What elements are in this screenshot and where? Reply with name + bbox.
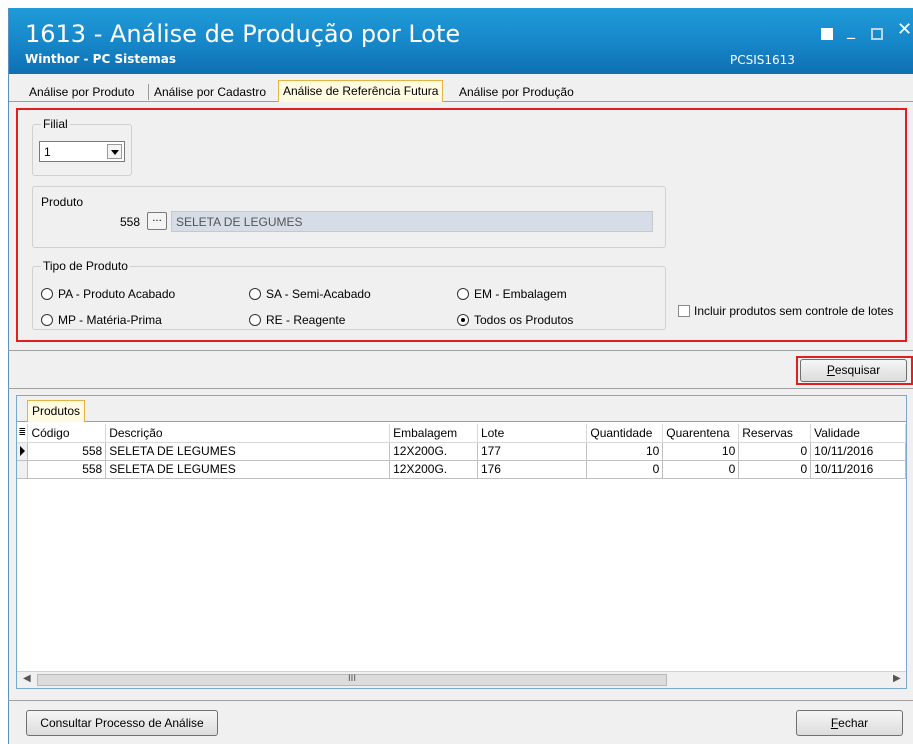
filter-panel: Filial 1 Produto 558 ... SELETA DE LEGUM… xyxy=(16,108,907,342)
cell-quarentena: 10 xyxy=(662,442,740,461)
radio-circle xyxy=(41,288,53,300)
tab-strip: Análise por Produto Análise por Cadastro… xyxy=(9,78,913,102)
consultar-processo-button[interactable]: Consultar Processo de Análise xyxy=(26,710,218,736)
cell-quantidade: 0 xyxy=(586,460,664,479)
cell-lote: 176 xyxy=(477,460,588,479)
cell-descricao: SELETA DE LEGUMES xyxy=(105,442,391,461)
radio-circle xyxy=(457,288,469,300)
produto-lookup-button[interactable]: ... xyxy=(147,212,167,230)
column-header[interactable]: Quantidade xyxy=(586,424,664,443)
produto-label: Produto xyxy=(41,195,84,209)
tipo-produto-group: Tipo de Produto PA - Produto Acabado SA … xyxy=(32,259,666,330)
cell-quantidade: 10 xyxy=(586,442,664,461)
filial-value: 1 xyxy=(44,145,51,159)
filial-select[interactable]: 1 xyxy=(39,141,125,162)
cell-embalagem: 12X200G. xyxy=(389,460,478,479)
window-subtitle: Winthor - PC Sistemas xyxy=(25,52,176,66)
tab-analise-por-produto[interactable]: Análise por Produto xyxy=(25,82,138,102)
scrollbar-thumb[interactable]: III xyxy=(37,674,667,686)
grid-tab-strip: Produtos xyxy=(17,396,906,422)
radio-label: EM - Embalagem xyxy=(474,287,567,301)
radio-todos-os-produtos[interactable]: Todos os Produtos xyxy=(457,313,573,327)
close-icon[interactable]: ✕ xyxy=(897,21,912,39)
cell-reservas: 0 xyxy=(738,442,812,461)
cell-embalagem: 12X200G. xyxy=(389,442,478,461)
radio-circle xyxy=(457,314,469,326)
checkbox-label: Incluir produtos sem controle de lotes xyxy=(694,304,894,318)
column-header[interactable]: Embalagem xyxy=(389,424,478,443)
divider xyxy=(8,388,913,389)
radio-label: Todos os Produtos xyxy=(474,313,574,327)
current-row-arrow-icon xyxy=(20,446,25,456)
cell-descricao: SELETA DE LEGUMES xyxy=(105,460,391,479)
pesquisar-button[interactable]: Pesquisar xyxy=(800,359,907,382)
chevron-down-icon[interactable] xyxy=(107,144,122,159)
column-header[interactable]: Descrição xyxy=(105,424,391,443)
tab-analise-referencia-futura[interactable]: Análise de Referência Futura xyxy=(278,80,444,102)
cell-validade: 10/11/2016 xyxy=(810,442,906,461)
row-indicator xyxy=(17,442,29,461)
radio-label: SA - Semi-Acabado xyxy=(266,287,371,301)
produto-description-field: SELETA DE LEGUMES xyxy=(171,211,653,232)
tipo-produto-label: Tipo de Produto xyxy=(41,259,130,273)
table-row[interactable]: 558 SELETA DE LEGUMES 12X200G. 177 10 10… xyxy=(17,442,906,461)
title-bar: 1613 - Análise de Produção por Lote Wint… xyxy=(9,8,913,74)
column-header[interactable]: Lote xyxy=(477,424,588,443)
window-title: 1613 - Análise de Produção por Lote xyxy=(25,20,461,48)
cell-lote: 177 xyxy=(477,442,588,461)
cell-validade: 10/11/2016 xyxy=(810,460,906,479)
filial-label: Filial xyxy=(41,117,70,131)
radio-circle xyxy=(41,314,53,326)
fechar-label: echar xyxy=(838,716,869,730)
radio-label: PA - Produto Acabado xyxy=(58,287,176,301)
pesquisar-accelerator: P xyxy=(826,363,835,377)
divider xyxy=(8,700,913,701)
radio-sa-semi-acabado[interactable]: SA - Semi-Acabado xyxy=(249,287,371,301)
scroll-left-icon[interactable]: ◀ xyxy=(23,673,31,684)
column-header[interactable]: Código xyxy=(27,424,107,443)
cell-codigo: 558 xyxy=(27,460,107,479)
radio-label: MP - Matéria-Prima xyxy=(58,313,162,327)
checkbox-box xyxy=(678,305,690,317)
incluir-sem-lotes-checkbox[interactable]: Incluir produtos sem controle de lotes xyxy=(678,304,893,318)
produtos-table: ≣ Código Descrição Embalagem Lote Quanti… xyxy=(17,424,906,479)
column-header[interactable]: Quarentena xyxy=(662,424,740,443)
tab-produtos[interactable]: Produtos xyxy=(27,400,86,422)
radio-circle xyxy=(249,288,261,300)
produto-group: Produto 558 ... SELETA DE LEGUMES xyxy=(32,186,666,248)
column-header[interactable]: Reservas xyxy=(738,424,812,443)
radio-mp-materia-prima[interactable]: MP - Matéria-Prima xyxy=(41,313,162,327)
table-header-row: ≣ Código Descrição Embalagem Lote Quanti… xyxy=(17,424,906,443)
produtos-panel: Produtos ≣ Código Descrição Embalagem Lo… xyxy=(16,395,907,689)
radio-em-embalagem[interactable]: EM - Embalagem xyxy=(457,287,567,301)
tab-analise-por-cadastro[interactable]: Análise por Cadastro xyxy=(150,82,270,102)
radio-re-reagente[interactable]: RE - Reagente xyxy=(249,313,345,327)
scroll-right-icon[interactable]: ▶ xyxy=(893,673,901,684)
cell-reservas: 0 xyxy=(738,460,812,479)
column-header[interactable]: Validade xyxy=(810,424,906,443)
tab-separator xyxy=(148,84,149,100)
divider xyxy=(8,350,913,351)
minimize-icon[interactable]: _ xyxy=(847,22,855,38)
radio-pa-produto-acabado[interactable]: PA - Produto Acabado xyxy=(41,287,175,301)
cell-codigo: 558 xyxy=(27,442,107,461)
cell-quarentena: 0 xyxy=(662,460,740,479)
restore-icon[interactable] xyxy=(821,28,833,40)
horizontal-scrollbar[interactable]: ◀ III ▶ xyxy=(17,671,906,688)
fechar-button[interactable]: Fechar xyxy=(796,710,903,736)
maximize-icon[interactable] xyxy=(871,28,883,40)
filial-group: Filial 1 xyxy=(32,117,132,176)
tab-analise-por-producao[interactable]: Análise por Produção xyxy=(455,82,578,102)
routine-code: PCSIS1613 xyxy=(730,53,795,67)
pesquisar-label: esquisar xyxy=(834,363,881,377)
radio-label: RE - Reagente xyxy=(266,313,346,327)
table-row[interactable]: 558 SELETA DE LEGUMES 12X200G. 176 0 0 0… xyxy=(17,460,906,479)
produto-code-field[interactable]: 558 xyxy=(41,211,145,231)
row-indicator xyxy=(17,460,29,479)
column-chooser-icon[interactable]: ≣ xyxy=(17,424,29,443)
radio-circle xyxy=(249,314,261,326)
